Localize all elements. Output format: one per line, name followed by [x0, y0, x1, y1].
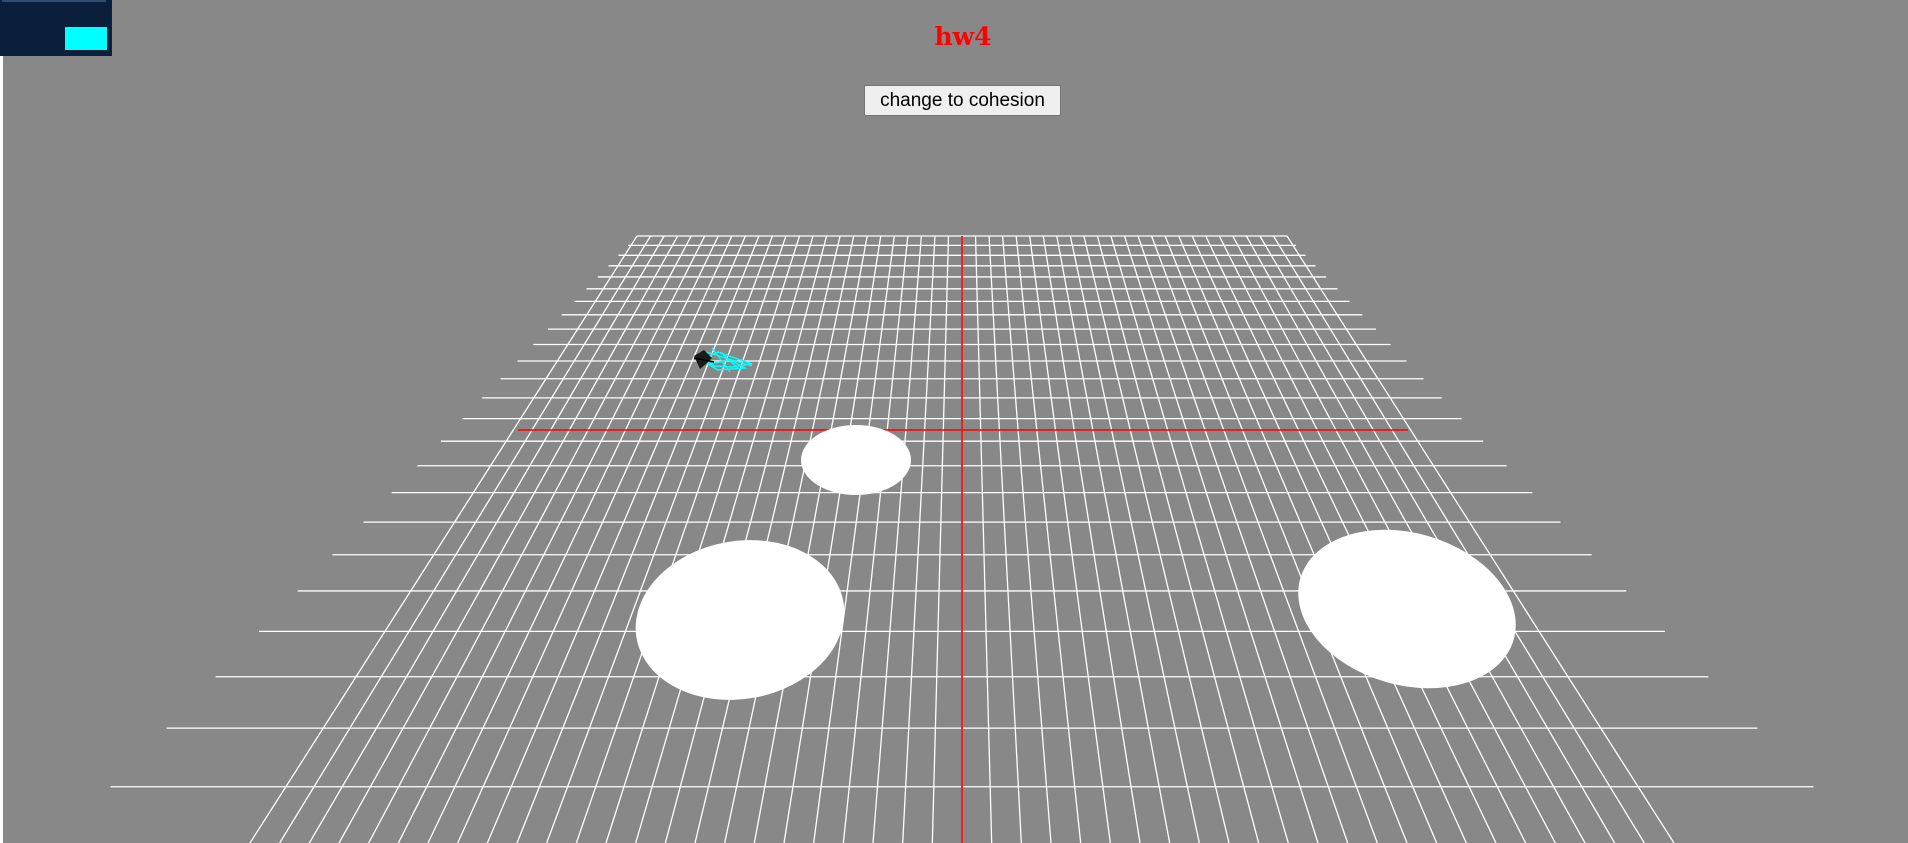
grid-column-line	[1096, 235, 1260, 843]
grid-column-line	[1029, 235, 1111, 843]
grid-column-line	[397, 235, 706, 843]
grid-column-line	[783, 235, 882, 843]
grid-column-line	[724, 235, 855, 843]
grid-column-line	[1137, 235, 1349, 843]
axis-lines	[518, 236, 1408, 843]
grid-column-line	[931, 235, 950, 843]
grid-column-line	[1110, 235, 1289, 843]
grid-column-line	[338, 235, 679, 843]
grid-column-line	[486, 235, 746, 843]
grid-column-line	[664, 235, 828, 843]
grid-column-line	[1015, 235, 1082, 843]
grid-column-line	[368, 235, 692, 843]
grid-column-line	[1083, 235, 1230, 843]
3d-scene-canvas[interactable]	[0, 0, 1908, 843]
grid-column-line	[694, 235, 841, 843]
grid-column-line	[516, 235, 760, 843]
grid-column-line	[635, 235, 814, 843]
obstacle-sphere	[801, 425, 911, 495]
grid-column-line	[974, 235, 993, 843]
grid-column-line	[872, 235, 923, 843]
boid-agent	[701, 347, 753, 373]
grid-column-line	[813, 235, 895, 843]
grid-column-line	[1001, 235, 1052, 843]
grid-column-line	[308, 235, 665, 843]
obstacles	[635, 425, 1516, 700]
app-page: hw4 change to cohesion	[0, 0, 1908, 843]
grid-column-line	[902, 235, 936, 843]
grid-column-line	[1069, 235, 1200, 843]
grid-column-line	[546, 235, 774, 843]
grid-column-line	[842, 235, 909, 843]
grid-column-line	[427, 235, 719, 843]
grid-column-line	[1042, 235, 1141, 843]
grid-column-line	[1123, 235, 1319, 843]
grid-column-line	[605, 235, 801, 843]
obstacle-sphere	[635, 540, 845, 700]
grid-column-line	[753, 235, 868, 843]
grid-column-line	[988, 235, 1022, 843]
grid-column-line	[249, 235, 638, 843]
grid-column-line	[575, 235, 787, 843]
grid-column-line	[1056, 235, 1171, 843]
